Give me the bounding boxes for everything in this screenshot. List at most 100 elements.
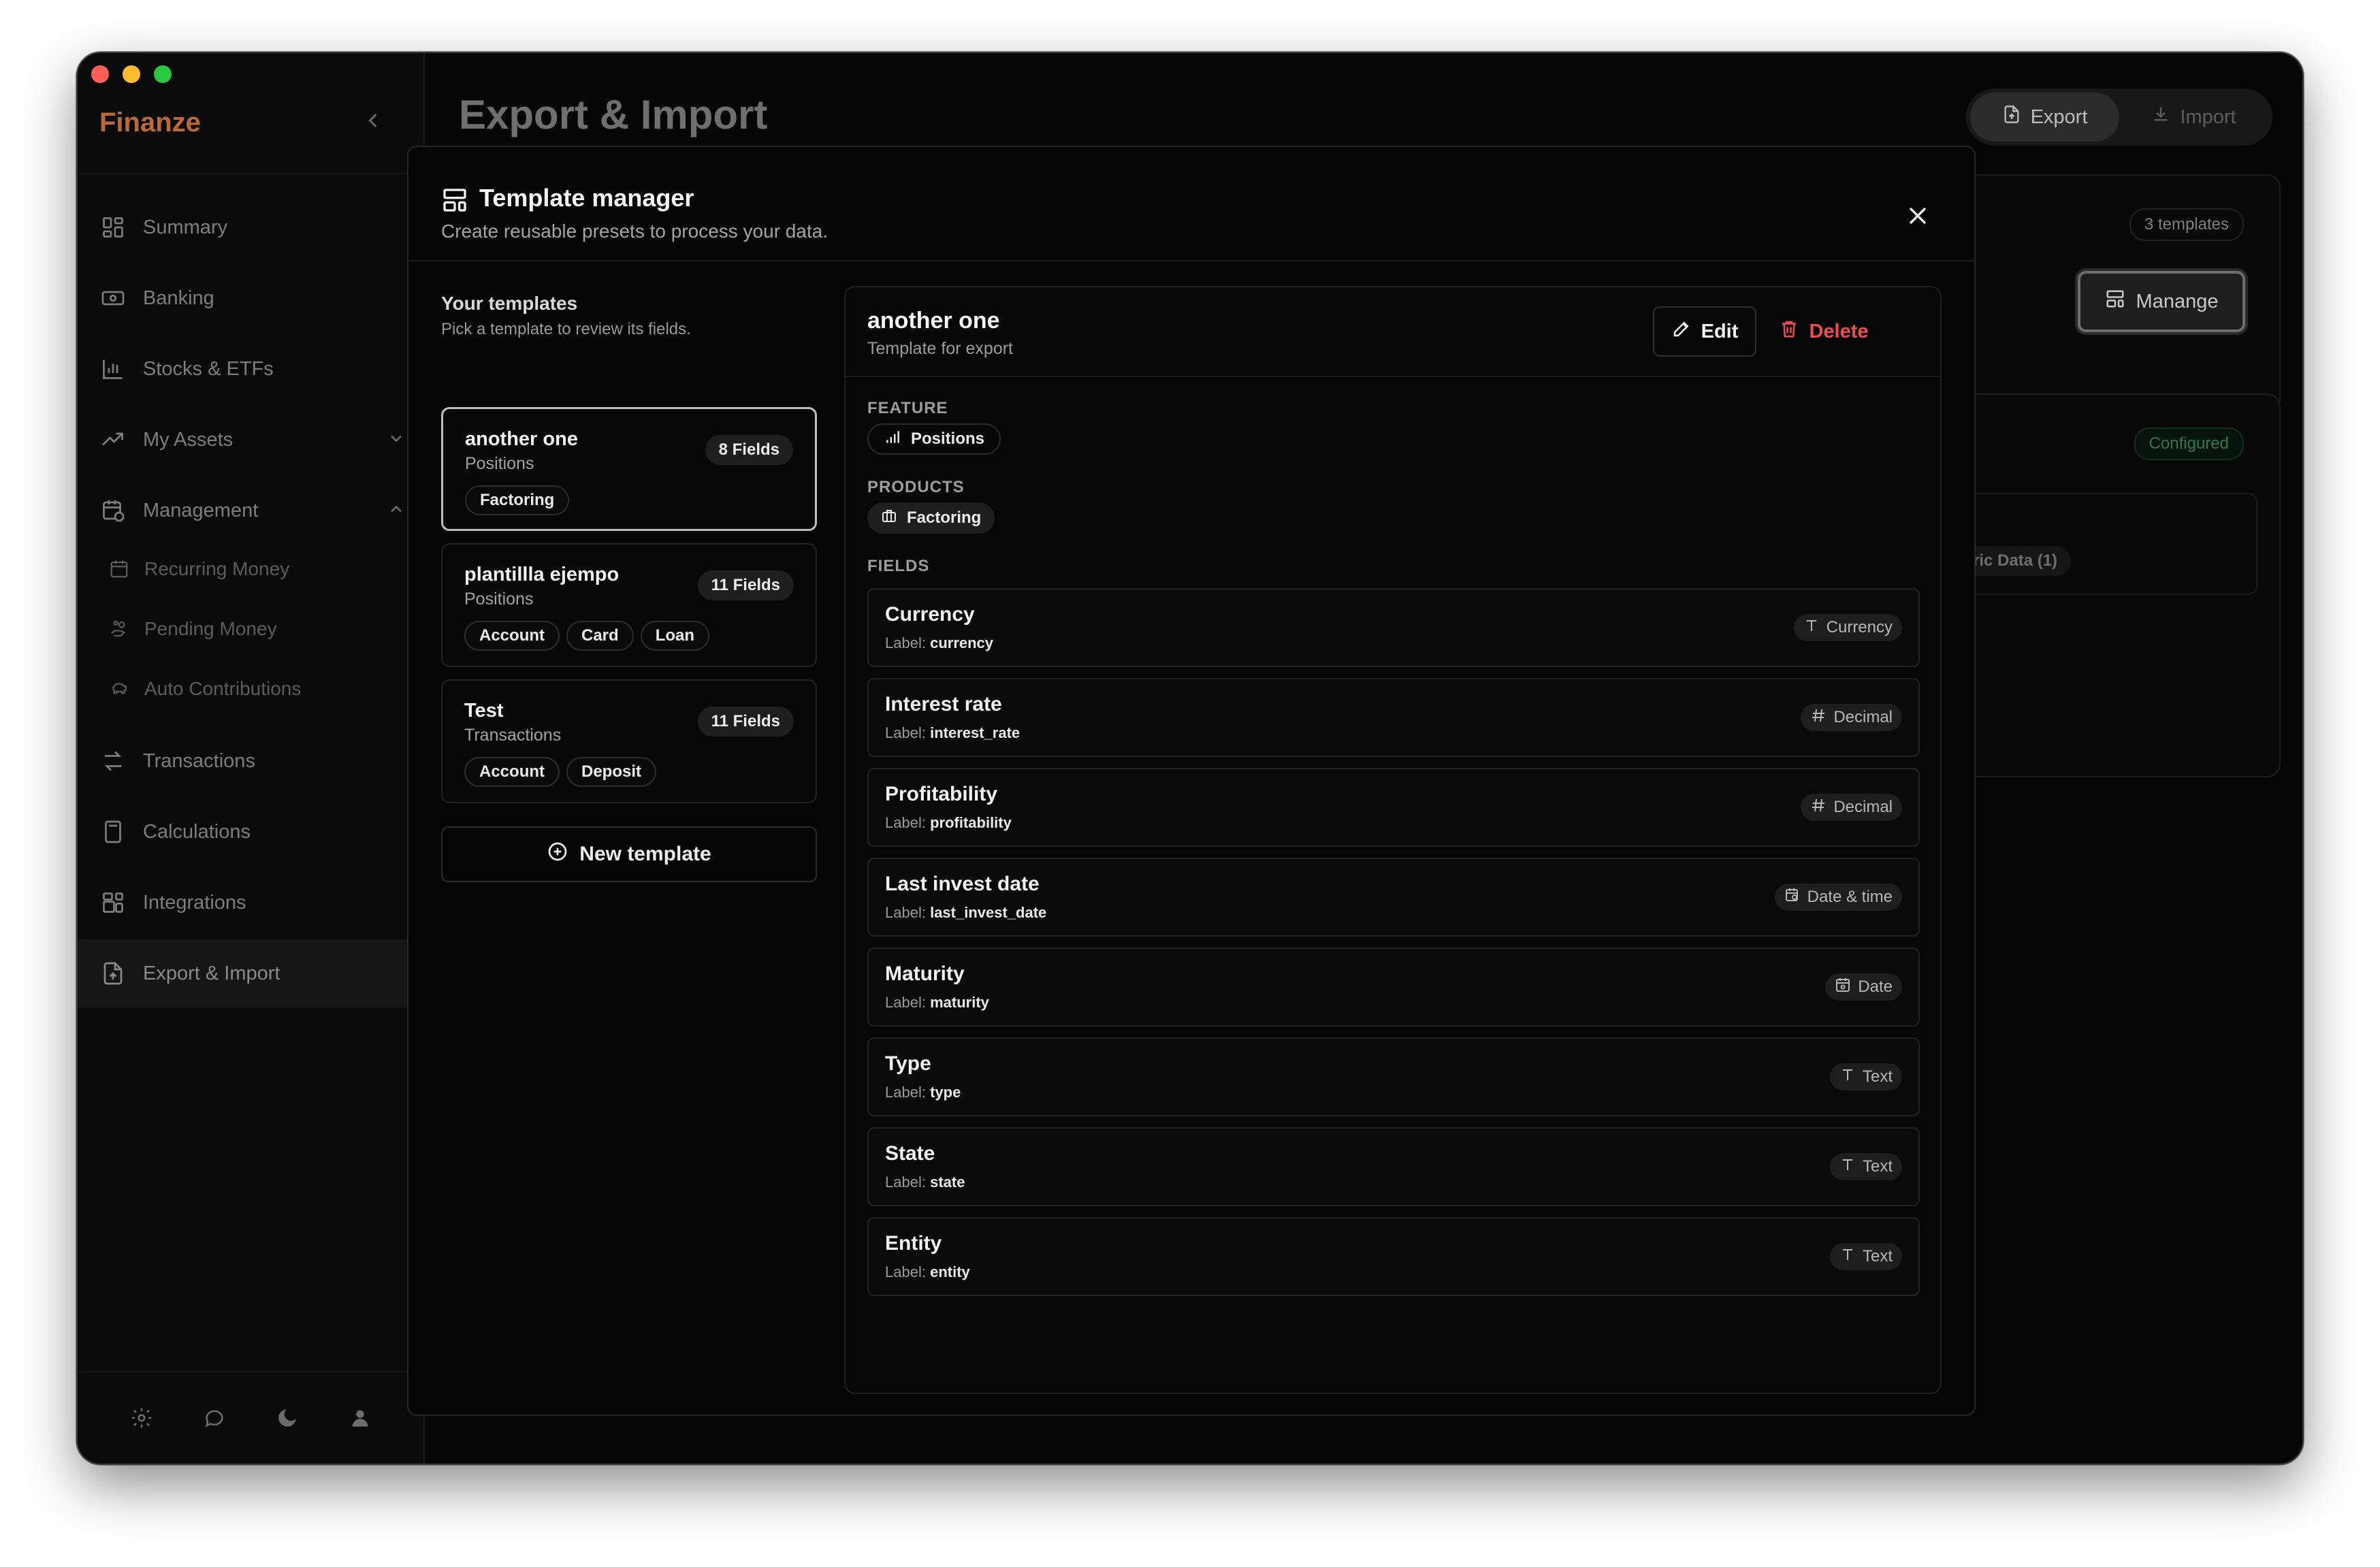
field-type-badge: Text (1829, 1243, 1902, 1270)
close-window-button[interactable] (91, 65, 109, 83)
template-card-another-one[interactable]: another one Positions 8 Fields Factoring (441, 407, 817, 531)
chevron-down-icon[interactable] (387, 429, 406, 453)
field-name: Profitability (885, 783, 998, 805)
template-card-test[interactable]: Test Transactions 11 Fields Account Depo… (441, 679, 817, 803)
sidebar-item-calculations[interactable]: Calculations (78, 798, 423, 866)
hand-coins-icon (108, 617, 131, 641)
templates-count-badge: 3 templates (2129, 208, 2244, 241)
feature-pill: Positions (867, 423, 1001, 455)
field-row: Profitability Label: profitability Decimal (867, 768, 1920, 847)
close-icon[interactable] (1906, 204, 1929, 231)
edit-button[interactable]: Edit (1653, 306, 1756, 357)
sidebar-item-banking[interactable]: Banking (78, 264, 423, 332)
window-controls (91, 65, 172, 83)
chevron-up-icon[interactable] (387, 500, 406, 524)
zoom-window-button[interactable] (154, 65, 172, 83)
tab-export[interactable]: Export (1970, 93, 2119, 142)
user-icon[interactable] (349, 1406, 372, 1429)
sidebar-footer (78, 1371, 423, 1464)
template-name: another one (465, 428, 578, 450)
field-type-badge: Decimal (1801, 794, 1902, 821)
label-prefix: Label: (885, 1174, 926, 1191)
tab-import[interactable]: Import (2119, 93, 2268, 142)
page-title: Export & Import (459, 92, 768, 138)
gear-icon[interactable] (130, 1406, 153, 1429)
sidebar-item-integrations[interactable]: Integrations (78, 869, 423, 937)
field-type-badge: Date & time (1774, 884, 1902, 911)
calendar-clock-icon (99, 497, 127, 524)
field-type-label: Currency (1826, 618, 1893, 636)
sidebar-item-recurring-money[interactable]: Recurring Money (78, 542, 423, 596)
sidebar-divider (78, 173, 423, 174)
field-label: Label: state (885, 1174, 965, 1191)
calendar-clock-icon (1784, 887, 1801, 908)
product-chip: Factoring (465, 485, 570, 515)
detail-header: another one Template for export Edit Del… (846, 287, 1940, 377)
detail-template-name: another one (867, 308, 1000, 334)
type-T-icon (1839, 1157, 1856, 1178)
field-name: Type (885, 1052, 931, 1075)
app-window: Finanze Summary Banking Stocks & ETFs My… (76, 52, 2304, 1465)
bar-chart-icon (99, 355, 127, 383)
sidebar: Finanze Summary Banking Stocks & ETFs My… (78, 53, 425, 1464)
feature-section-label: FEATURE (867, 399, 948, 417)
new-template-button[interactable]: New template (441, 826, 817, 882)
manage-templates-button[interactable]: Manange (2078, 271, 2245, 332)
fields-section-label: FIELDS (867, 557, 930, 575)
sidebar-item-my-assets[interactable]: My Assets (78, 406, 423, 474)
field-label-value: last_invest_date (930, 904, 1047, 921)
sidebar-item-label: Summary (143, 216, 228, 238)
download-icon (2151, 105, 2170, 129)
product-chip: Account (464, 757, 560, 787)
template-detail-panel: another one Template for export Edit Del… (844, 286, 1942, 1394)
field-type-label: Date & time (1807, 888, 1893, 906)
chat-icon[interactable] (203, 1406, 226, 1429)
minimize-window-button[interactable] (123, 65, 140, 83)
field-row: State Label: state Text (867, 1127, 1920, 1206)
field-type-label: Decimal (1833, 708, 1893, 726)
sidebar-item-label: Stocks & ETFs (143, 357, 274, 380)
field-row: Last invest date Label: last_invest_date D… (867, 858, 1920, 937)
calendar-icon (1835, 977, 1851, 998)
sidebar-item-label: Recurring Money (144, 558, 290, 579)
blocks-icon (99, 889, 127, 916)
moon-icon[interactable] (276, 1406, 299, 1429)
collapse-sidebar-icon[interactable] (364, 108, 383, 137)
template-card-plantillla-ejempo[interactable]: plantillla ejempo Positions 11 Fields Ac… (441, 543, 817, 667)
field-label-value: interest_rate (930, 724, 1020, 741)
field-label-value: type (930, 1084, 961, 1101)
field-label: Label: interest_rate (885, 724, 1020, 742)
detail-template-subtitle: Template for export (867, 339, 1013, 358)
sidebar-item-transactions[interactable]: Transactions (78, 727, 423, 795)
dialog-subtitle: Create reusable presets to process your … (441, 221, 829, 242)
delete-button[interactable]: Delete (1773, 306, 1875, 357)
label-prefix: Label: (885, 1263, 926, 1280)
label-prefix: Label: (885, 634, 926, 651)
file-export-icon (99, 960, 127, 987)
calendar-sync-icon (108, 558, 131, 581)
products-section-label: PRODUCTS (867, 478, 965, 496)
tab-export-label: Export (2030, 106, 2088, 128)
new-template-label: New template (579, 843, 711, 865)
field-type-label: Date (1858, 978, 1893, 996)
field-name: Last invest date (885, 873, 1040, 895)
sidebar-item-label: Integrations (143, 891, 246, 914)
layout-template-icon (441, 187, 468, 217)
historic-data-pill[interactable]: ric Data (1) (1959, 546, 2072, 576)
field-row: Currency Label: currency Currency (867, 588, 1920, 667)
field-row: Interest rate Label: interest_rate Decimal (867, 678, 1920, 757)
sidebar-item-label: Auto Contributions (144, 678, 302, 699)
sidebar-item-summary[interactable]: Summary (78, 193, 423, 261)
grid-icon (99, 214, 127, 241)
field-label-value: currency (930, 634, 994, 651)
type-T-icon (1839, 1246, 1856, 1267)
configured-badge: Configured (2134, 427, 2244, 460)
sidebar-item-management[interactable]: Management (78, 476, 423, 545)
field-type-label: Text (1862, 1067, 1893, 1086)
sidebar-item-pending-money[interactable]: Pending Money (78, 602, 423, 656)
sidebar-item-stocks[interactable]: Stocks & ETFs (78, 335, 423, 403)
sidebar-item-export-import[interactable]: Export & Import (78, 939, 423, 1007)
sidebar-item-label: My Assets (143, 428, 234, 451)
sidebar-item-auto-contributions[interactable]: Auto Contributions (78, 662, 423, 716)
fields-count-badge: 11 Fields (697, 570, 794, 600)
